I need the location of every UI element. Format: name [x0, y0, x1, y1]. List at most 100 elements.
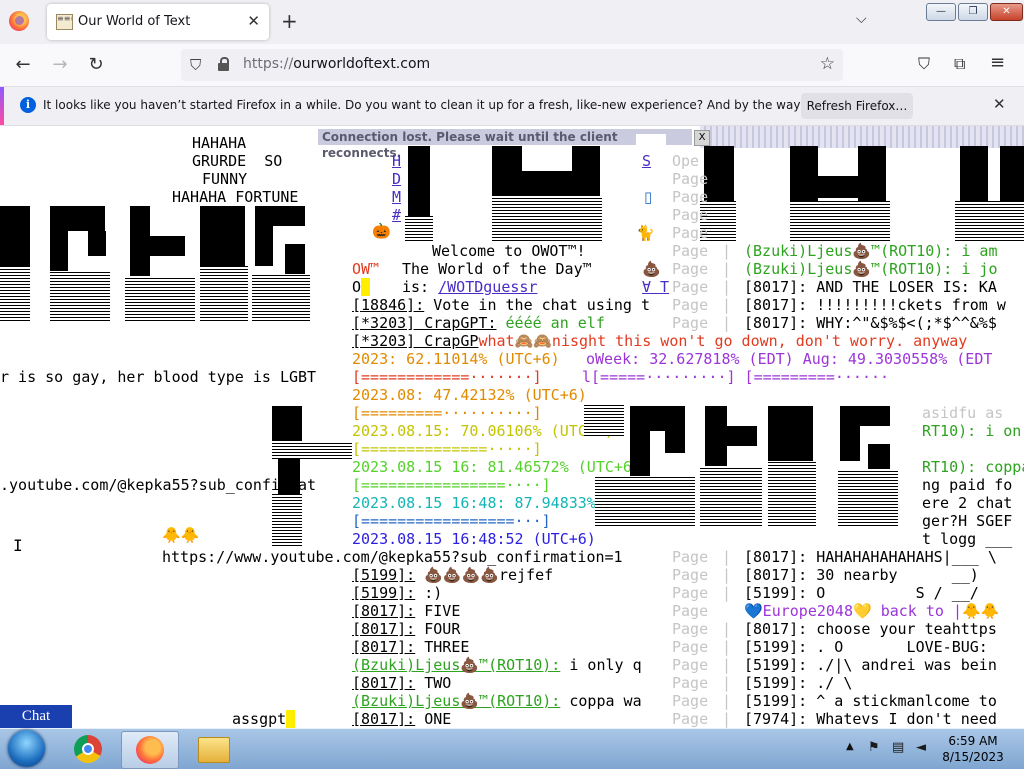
right-mid-line: asidfu as — [922, 404, 1004, 422]
hamburger-menu-icon[interactable]: ≡ — [990, 52, 1005, 73]
ascii-art-block — [630, 431, 650, 476]
chat-text: coppa wa — [560, 692, 642, 710]
chat-user[interactable]: [8017]: — [352, 602, 415, 620]
ascii-art-dither — [700, 466, 762, 526]
file-explorer-taskbar-icon[interactable] — [198, 737, 230, 763]
faint-page-7: Page — [672, 278, 709, 296]
tile-menu-link-a[interactable]: ∀ T — [642, 278, 669, 296]
bookmark-star-icon[interactable]: ☆ — [820, 54, 835, 74]
firefox-taskbar-button[interactable] — [121, 731, 179, 769]
back-arrow-icon[interactable]: ← — [11, 53, 35, 77]
chat-user[interactable]: (Bzuki)Ljeus💩™(ROT10): — [352, 656, 560, 674]
right-mid-line: ere 2 chat — [922, 494, 1013, 512]
chat-user[interactable]: [8017]: — [352, 674, 415, 692]
url-text[interactable]: https://ourworldoftext.com — [243, 56, 430, 72]
chat-user[interactable]: [5199]: — [352, 566, 415, 584]
chat-user[interactable]: [*3203] CrapGP — [352, 332, 478, 350]
faint-page-11: Page — [672, 566, 709, 584]
faint-page-2: Page — [672, 188, 709, 206]
extensions-icon[interactable]: ⧉ — [954, 54, 965, 74]
flag-icon[interactable]: ⚑ — [868, 740, 883, 755]
system-clock[interactable]: 6:59 AM 8/15/2023 — [936, 733, 1010, 765]
ascii-art-dither — [955, 201, 1024, 241]
notification-message: It looks like you haven’t started Firefo… — [43, 98, 899, 112]
reload-icon[interactable]: ↻ — [84, 53, 108, 77]
ascii-text-grurde: GRURDE SO — [192, 152, 283, 170]
wotd-prefix: is: — [402, 278, 430, 296]
ascii-art-block — [790, 146, 818, 201]
chat-line-3: [*3203] CrapGPwhat🙈🙈nisght this won't go… — [352, 332, 967, 350]
chat-user[interactable]: [8017]: — [352, 638, 415, 656]
wotd-line1: The World of the Day™ — [402, 260, 592, 278]
window-maximize-button[interactable]: ❐ — [958, 3, 988, 21]
wotd-link[interactable]: /WOTDguessr — [438, 278, 537, 296]
progress-bar-2023-08: [=========··········] — [352, 404, 542, 422]
volume-icon[interactable]: ◄ — [916, 740, 931, 755]
refresh-firefox-button[interactable]: Refresh Firefox… — [801, 93, 913, 119]
right-bottom-line: [8017]: choose your teahttps — [744, 620, 997, 638]
faint-page-17: Page — [672, 674, 709, 692]
ascii-art-block — [704, 146, 734, 201]
url-scheme: https:// — [243, 56, 294, 72]
show-hidden-icons-arrow[interactable]: ▲ — [846, 741, 854, 752]
ow-mark: OW™ — [352, 260, 380, 278]
address-bar[interactable]: ⛉ https://ourworldoftext.com ☆ — [181, 49, 843, 81]
chick-emoji: 🐥🐥 — [162, 526, 200, 544]
notification-close-icon[interactable]: ✕ — [993, 95, 1006, 113]
o-mark-letter: O — [352, 278, 362, 296]
menu-link-hash[interactable]: # — [392, 206, 401, 224]
tab-our-world-of-text[interactable]: ≡≡≡ Our World of Text ✕ — [47, 4, 269, 40]
phone-icon[interactable]: ▯ — [644, 188, 652, 206]
menu-link-d[interactable]: D — [392, 170, 401, 188]
connection-banner-close-button[interactable]: X — [694, 130, 710, 146]
forward-arrow-icon[interactable]: → — [48, 53, 72, 77]
ascii-art-block — [285, 244, 305, 274]
start-button-windows-icon[interactable] — [8, 730, 45, 767]
progress-timestamp: 2023.08.15 16:48:52 (UTC+6) — [352, 530, 596, 548]
ascii-art-block — [572, 146, 600, 196]
faint-pipe-1: | — [722, 242, 732, 260]
ascii-art-dither — [252, 274, 310, 321]
info-icon: i — [20, 97, 36, 113]
firefox-view-icon[interactable] — [9, 11, 29, 31]
assgpt-line: assgpt — [232, 710, 296, 728]
lock-icon[interactable] — [218, 57, 229, 71]
owot-text-canvas[interactable]: HAHAHA GRURDE SO FUNNY HAHAHA FORTUNE r … — [0, 126, 1024, 728]
network-icon[interactable]: ▤ — [892, 740, 907, 755]
faint-pipe-9: | — [722, 620, 732, 638]
right-mid-line: t logg ___ — [922, 530, 1013, 548]
tab-close-icon[interactable]: ✕ — [247, 12, 260, 30]
chat-text: what🙈🙈nisght this won't go down, don't w… — [478, 332, 968, 350]
new-tab-button[interactable]: + — [281, 9, 298, 33]
faint-pipe-14: | — [722, 710, 732, 728]
chrome-taskbar-icon[interactable] — [74, 735, 102, 763]
chat-button[interactable]: Chat — [0, 705, 72, 728]
chat-text: THREE — [415, 638, 470, 656]
faint-page-18: Page — [672, 692, 709, 710]
cat-icon[interactable]: 🐈 — [636, 224, 655, 242]
ascii-art-block — [705, 406, 727, 466]
menu-link-m[interactable]: M — [392, 188, 401, 206]
faint-pipe-8: | — [722, 584, 732, 602]
text-line-gay: r is so gay, her blood type is LGBT — [0, 368, 317, 386]
progress-bar-2023-08-15-16: [================····] — [352, 476, 551, 494]
chat-user[interactable]: [8017]: — [352, 620, 415, 638]
ascii-art-dither — [0, 266, 30, 321]
chat-user[interactable]: [*3203] CrapGPT: — [352, 314, 497, 332]
faint-page-3: Page — [672, 206, 709, 224]
chat-user[interactable]: [8017]: — [352, 710, 415, 728]
progress-bar-2023-08-15-16-48: [=================···] — [352, 512, 551, 530]
list-all-tabs-icon[interactable]: ⌵ — [856, 11, 867, 27]
chat-user[interactable]: (Bzuki)Ljeus💩™(ROT10): — [352, 692, 560, 710]
bottom-chat-line: [8017]: TWO — [352, 674, 451, 692]
faint-page-5: Page — [672, 242, 709, 260]
chat-user[interactable]: [18846]: — [352, 296, 424, 314]
pocket-icon[interactable]: ⛉ — [918, 54, 930, 74]
window-minimize-button[interactable]: — — [926, 3, 956, 21]
tracking-protection-shield-icon[interactable]: ⛉ — [190, 56, 201, 74]
menu-link-h[interactable]: H — [392, 152, 401, 170]
chat-user[interactable]: [5199]: — [352, 584, 415, 602]
tile-menu-s[interactable]: S — [642, 152, 651, 170]
window-close-button[interactable]: ✕ — [990, 3, 1023, 21]
chat-text: 💩💩💩💩rejfef — [415, 566, 554, 584]
